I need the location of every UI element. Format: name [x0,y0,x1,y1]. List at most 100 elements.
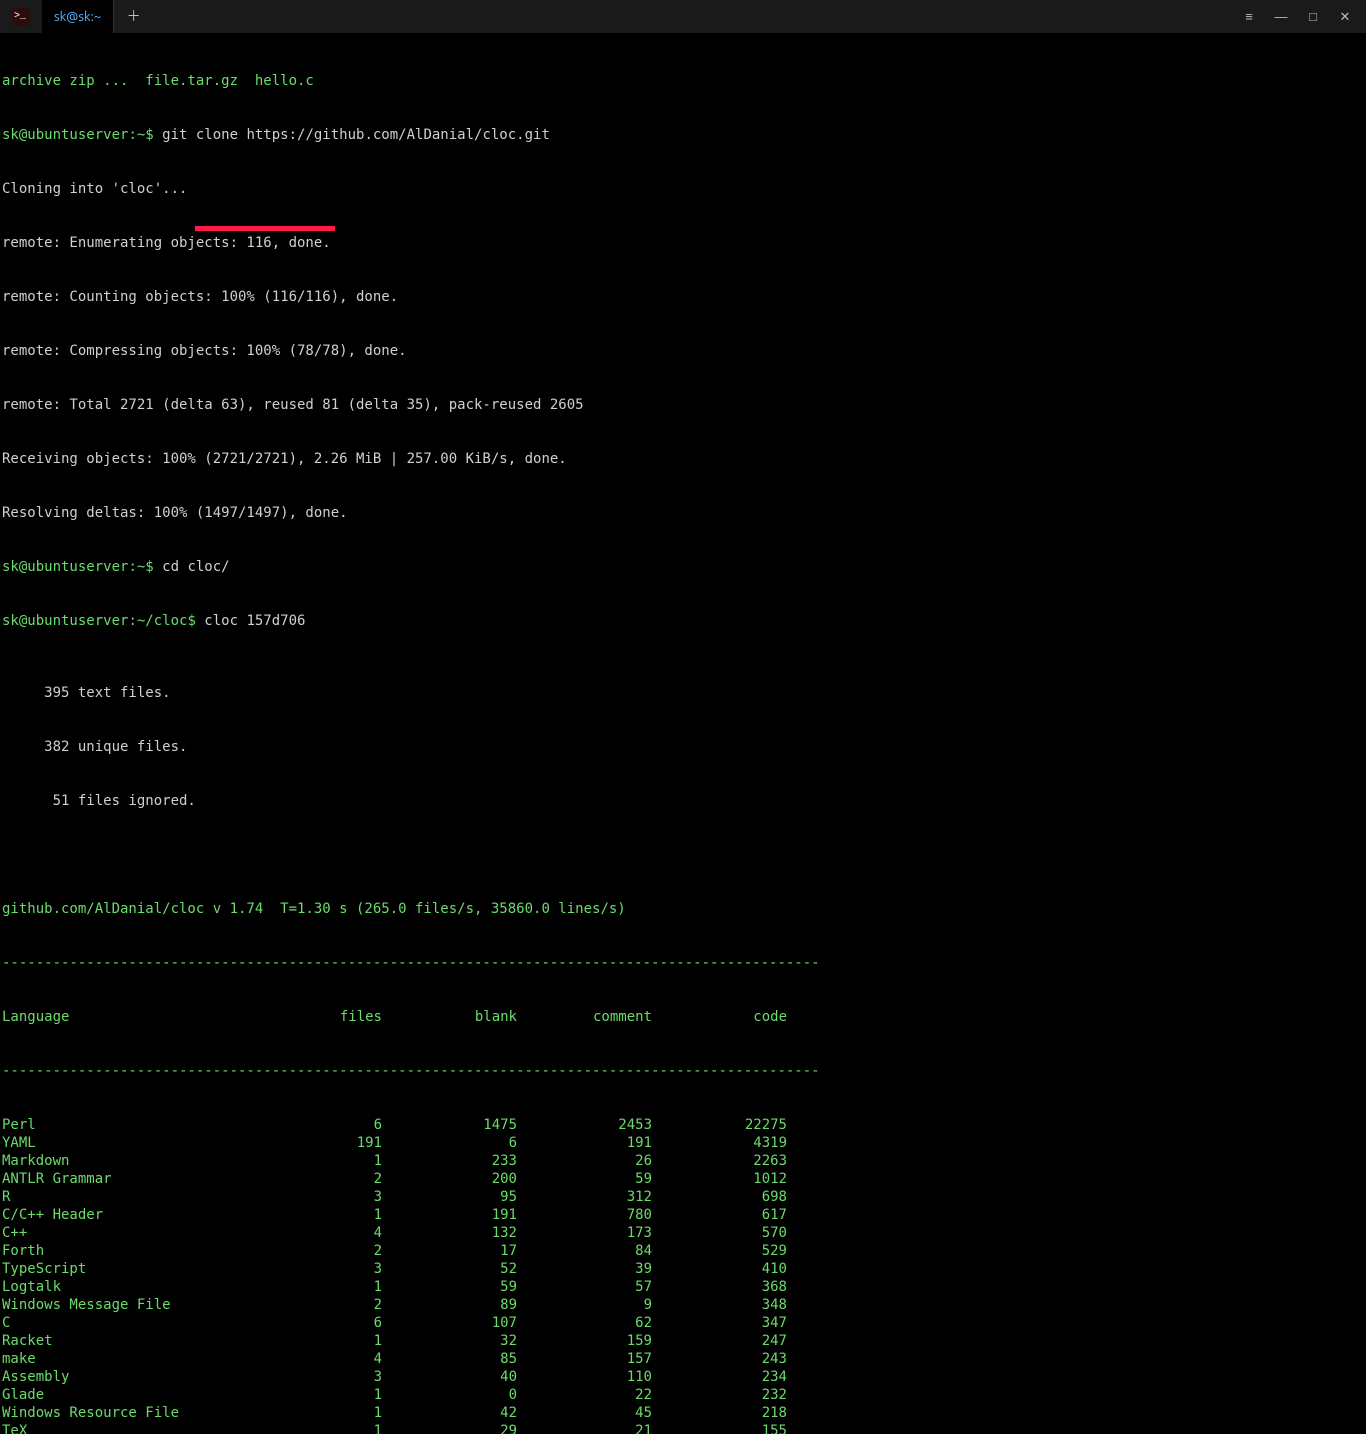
close-icon: ✕ [1340,8,1351,26]
close-button[interactable]: ✕ [1332,4,1358,30]
cloc-cell-lang: Glade [2,1386,322,1404]
cloc-cell-files: 6 [322,1314,382,1332]
cloc-row: R395312698 [2,1188,1364,1206]
cloc-row: Windows Resource File14245218 [2,1404,1364,1422]
blank-line [2,846,1364,864]
tab-icon-cell[interactable]: >_ [0,0,42,33]
cloc-row: Markdown1233262263 [2,1152,1364,1170]
cloc-cell-code: 617 [652,1206,787,1224]
cloc-cell-code: 529 [652,1242,787,1260]
cloc-cell-files: 2 [322,1170,382,1188]
cloc-cell-blank: 107 [382,1314,517,1332]
plus-icon: ＋ [127,8,141,26]
hdr-code: code [652,1008,787,1026]
minimize-icon: — [1275,8,1288,26]
cloc-cell-blank: 42 [382,1404,517,1422]
cloc-cell-lang: C [2,1314,322,1332]
cloc-cell-blank: 52 [382,1260,517,1278]
terminal-icon: >_ [12,8,30,26]
hdr-files: files [322,1008,382,1026]
cloc-cell-comment: 62 [517,1314,652,1332]
cloc-cell-files: 1 [322,1422,382,1434]
cloc-cell-blank: 32 [382,1332,517,1350]
cloc-cell-code: 348 [652,1296,787,1314]
cloc-cell-lang: Racket [2,1332,322,1350]
titlebar-spacer [153,0,1236,33]
term-line: archive zip ... file.tar.gz hello.c [2,72,1364,90]
cloc-cell-blank: 89 [382,1296,517,1314]
cloc-cell-code: 368 [652,1278,787,1296]
menu-button[interactable]: ≡ [1236,4,1262,30]
term-line: Resolving deltas: 100% (1497/1497), done… [2,504,1364,522]
summary-text-files: 395 text files. [2,684,1364,702]
term-line: Cloning into 'cloc'... [2,180,1364,198]
cloc-cell-files: 3 [322,1188,382,1206]
cloc-cell-code: 698 [652,1188,787,1206]
term-line: Receiving objects: 100% (2721/2721), 2.2… [2,450,1364,468]
cloc-cell-comment: 26 [517,1152,652,1170]
cloc-cell-comment: 39 [517,1260,652,1278]
cloc-cell-lang: Perl [2,1116,322,1134]
cloc-cell-files: 1 [322,1332,382,1350]
cloc-cell-lang: C/C++ Header [2,1206,322,1224]
cloc-cell-comment: 780 [517,1206,652,1224]
cloc-row: Assembly340110234 [2,1368,1364,1386]
cloc-cell-files: 4 [322,1350,382,1368]
term-line: remote: Enumerating objects: 116, done. [2,234,1364,252]
term-line: sk@ubuntuserver:~$ cd cloc/ [2,558,1364,576]
cloc-cell-code: 347 [652,1314,787,1332]
prompt-path: :~$ [128,127,162,143]
cloc-divider: ----------------------------------------… [2,954,1364,972]
cloc-cell-comment: 9 [517,1296,652,1314]
cloc-row: Forth21784529 [2,1242,1364,1260]
prompt-user: sk@ubuntuserver [2,613,128,629]
cloc-cell-code: 22275 [652,1116,787,1134]
cloc-row: Windows Message File2899348 [2,1296,1364,1314]
window-titlebar: >_ sk@sk:~ ＋ ≡ — □ ✕ [0,0,1366,34]
cloc-cell-comment: 173 [517,1224,652,1242]
cloc-row: TypeScript35239410 [2,1260,1364,1278]
cloc-row: YAML19161914319 [2,1134,1364,1152]
summary-unique-files: 382 unique files. [2,738,1364,756]
cloc-cell-comment: 191 [517,1134,652,1152]
cloc-cell-files: 1 [322,1404,382,1422]
cloc-cell-files: 3 [322,1260,382,1278]
prompt-user: sk@ubuntuserver [2,559,128,575]
tab-active[interactable]: sk@sk:~ [42,0,113,33]
cloc-cell-lang: Assembly [2,1368,322,1386]
cloc-cell-blank: 191 [382,1206,517,1224]
new-tab-button[interactable]: ＋ [113,0,153,33]
cloc-cell-files: 1 [322,1152,382,1170]
cloc-cell-blank: 1475 [382,1116,517,1134]
cloc-row: Perl61475245322275 [2,1116,1364,1134]
cloc-row: make485157243 [2,1350,1364,1368]
cloc-cell-blank: 6 [382,1134,517,1152]
cloc-header-row: Language files blank comment code [2,1008,1364,1026]
hamburger-icon: ≡ [1245,8,1253,26]
cloc-cell-files: 1 [322,1206,382,1224]
cloc-cell-files: 6 [322,1116,382,1134]
minimize-button[interactable]: — [1268,4,1294,30]
cloc-cell-lang: Logtalk [2,1278,322,1296]
prompt-path: :~/cloc$ [128,613,204,629]
cloc-row: Logtalk15957368 [2,1278,1364,1296]
cloc-cell-comment: 159 [517,1332,652,1350]
cloc-cell-files: 4 [322,1224,382,1242]
cloc-row: C610762347 [2,1314,1364,1332]
cloc-cell-files: 1 [322,1386,382,1404]
maximize-button[interactable]: □ [1300,4,1326,30]
cloc-cell-code: 1012 [652,1170,787,1188]
cloc-cell-code: 155 [652,1422,787,1434]
cloc-cell-blank: 40 [382,1368,517,1386]
cloc-cell-blank: 85 [382,1350,517,1368]
term-line: sk@ubuntuserver:~/cloc$ cloc 157d706 [2,612,1364,630]
cloc-cell-code: 247 [652,1332,787,1350]
cloc-cell-comment: 22 [517,1386,652,1404]
cloc-cell-blank: 233 [382,1152,517,1170]
cloc-cell-lang: Markdown [2,1152,322,1170]
cloc-cell-blank: 132 [382,1224,517,1242]
summary-ignored: 51 files ignored. [2,792,1364,810]
cloc-cell-files: 191 [322,1134,382,1152]
cmd-cd: cd cloc/ [162,559,229,575]
terminal-viewport[interactable]: archive zip ... file.tar.gz hello.c sk@u… [0,34,1366,1434]
